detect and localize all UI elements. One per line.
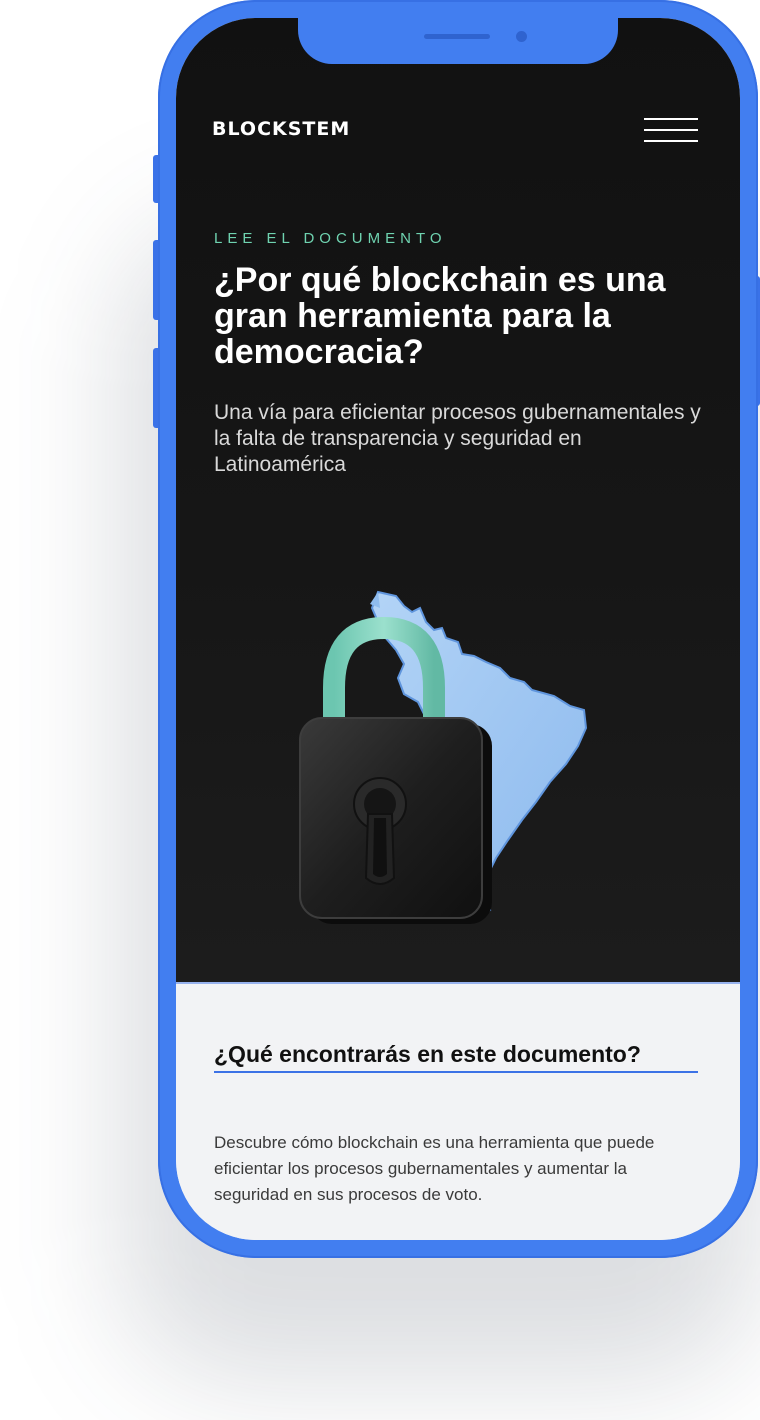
hero-title: ¿Por qué blockchain es una gran herramie…: [214, 261, 666, 371]
hero-section: BLOCKSTEM LEE EL DOCUMENTO ¿Por qué bloc…: [176, 18, 740, 982]
page-stage: BLOCKSTEM LEE EL DOCUMENTO ¿Por qué bloc…: [0, 0, 760, 1420]
front-camera: [516, 31, 527, 42]
hero-subtitle: Una vía para eficientar procesos guberna…: [214, 401, 701, 476]
section-body: Descubre cómo blockchain es una herramie…: [214, 1133, 655, 1204]
phone-screen: BLOCKSTEM LEE EL DOCUMENTO ¿Por qué bloc…: [176, 18, 740, 1240]
padlock-body: [299, 717, 492, 924]
speaker-grille: [424, 34, 490, 39]
document-info-section: ¿Qué encontrarás en este documento? Desc…: [176, 984, 740, 1240]
phone-frame: BLOCKSTEM LEE EL DOCUMENTO ¿Por qué bloc…: [158, 0, 758, 1258]
hamburger-menu-icon[interactable]: [644, 118, 700, 146]
hero-eyebrow: LEE EL DOCUMENTO: [214, 230, 447, 247]
phone-notch: [298, 18, 618, 64]
brand-logo[interactable]: BLOCKSTEM: [212, 118, 350, 140]
padlock-latin-america-icon: [286, 578, 646, 938]
section-title: ¿Qué encontrarás en este documento?: [214, 1040, 698, 1073]
